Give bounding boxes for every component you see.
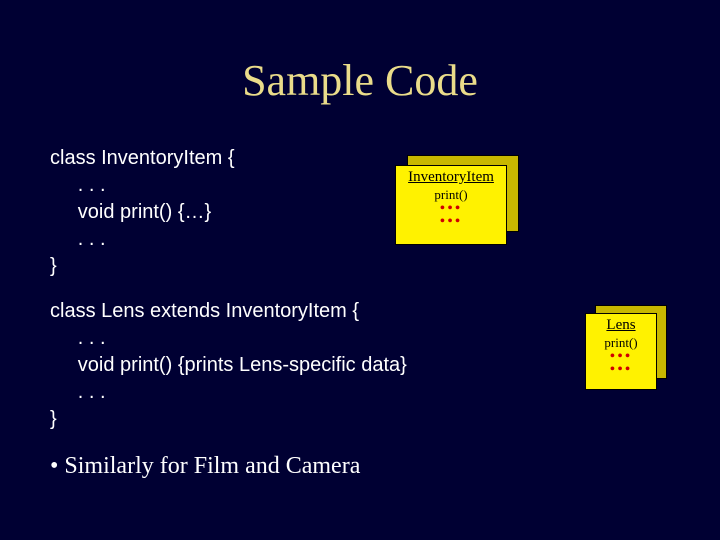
code-line: } xyxy=(50,406,670,433)
code-line: } xyxy=(50,253,670,280)
bullet-similarly: Similarly for Film and Camera xyxy=(50,453,360,480)
code-line: . . . xyxy=(50,379,670,406)
code-line: . . . xyxy=(50,172,670,199)
code-body: class InventoryItem { . . . void print()… xyxy=(50,145,670,433)
code-line: . . . xyxy=(50,226,670,253)
slide: Sample Code InventoryItem print() ••• ••… xyxy=(0,0,720,540)
code-line: . . . xyxy=(50,325,670,352)
slide-title: Sample Code xyxy=(0,55,720,106)
code-line: void print() {prints Lens-specific data} xyxy=(50,352,670,379)
code-line: class Lens extends InventoryItem { xyxy=(50,298,670,325)
code-line: void print() {…} xyxy=(50,199,670,226)
code-line: class InventoryItem { xyxy=(50,145,670,172)
